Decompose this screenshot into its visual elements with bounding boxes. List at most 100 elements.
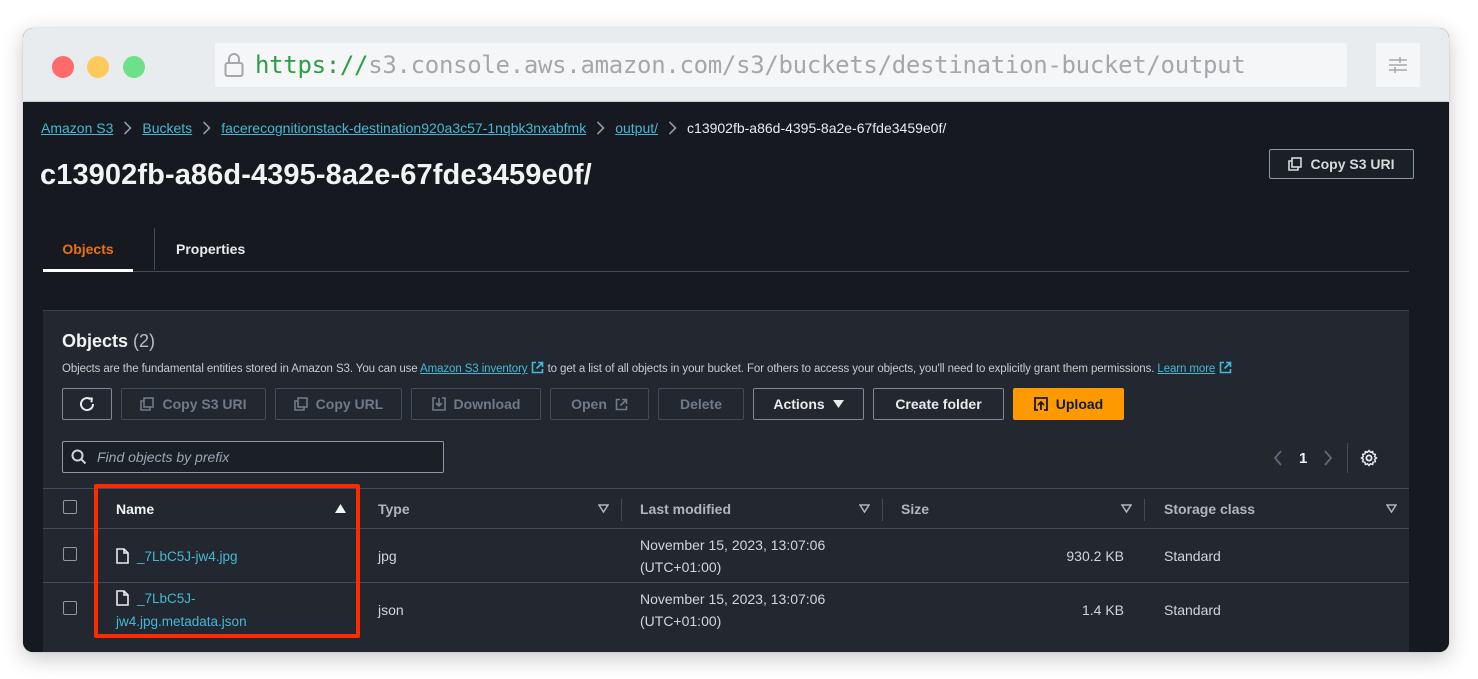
- download-icon: [431, 397, 446, 411]
- row-select-cell: [43, 583, 98, 637]
- object-storage-class: Standard: [1164, 601, 1221, 618]
- upload-label: Upload: [1055, 396, 1104, 412]
- external-link-icon: [615, 398, 628, 410]
- object-type: json: [378, 601, 404, 618]
- upload-icon: [1033, 397, 1048, 411]
- select-all-checkbox[interactable]: [63, 500, 77, 514]
- column-divider: [621, 499, 622, 521]
- last-modified-date: November 15, 2023, 13:07:06: [640, 536, 826, 553]
- download-button-label: Download: [453, 396, 521, 412]
- column-header-last-modified[interactable]: Last modified: [621, 488, 882, 529]
- chevron-right-icon: [202, 121, 211, 135]
- object-name-link-continued[interactable]: jw4.jpg.metadata.json: [116, 614, 247, 629]
- column-name-label: Name: [116, 500, 155, 517]
- objects-heading: Objects (2): [62, 331, 155, 352]
- copy-s3-uri-button[interactable]: Copy S3 URI: [121, 388, 266, 420]
- tab-objects[interactable]: Objects: [43, 228, 133, 272]
- s3-inventory-link[interactable]: Amazon S3 inventory: [420, 363, 528, 375]
- description-text-2: to get a list of all objects in your buc…: [544, 363, 1158, 375]
- breadcrumb-buckets[interactable]: Buckets: [142, 120, 192, 136]
- copy-s3-uri-header-button[interactable]: Copy S3 URI: [1269, 149, 1414, 179]
- next-page-button[interactable]: [1323, 450, 1333, 466]
- breadcrumb-bucket[interactable]: facerecognitionstack-destination920a3c57…: [221, 120, 586, 136]
- column-header-type[interactable]: Type: [358, 488, 621, 529]
- column-type-label: Type: [378, 500, 410, 517]
- object-size: 1.4 KB: [1081, 601, 1124, 618]
- table-row[interactable]: _7LbC5J- jw4.jpg.metadata.json json Nove…: [43, 583, 1409, 637]
- objects-panel: Objects (2) Objects are the fundamental …: [43, 310, 1409, 652]
- url-scheme: https://: [255, 51, 369, 79]
- maximize-window-button[interactable]: [123, 56, 145, 78]
- current-page[interactable]: 1: [1299, 450, 1307, 467]
- pager-divider: [1347, 443, 1349, 473]
- chevron-right-icon: [123, 121, 133, 135]
- copy-url-button[interactable]: Copy URL: [275, 388, 402, 420]
- breadcrumb-output[interactable]: output/: [615, 120, 658, 136]
- row-checkbox[interactable]: [63, 547, 77, 561]
- file-icon: [116, 547, 129, 564]
- objects-description: Objects are the fundamental entities sto…: [62, 361, 1232, 375]
- search-input[interactable]: [97, 449, 427, 465]
- settings-gear-icon[interactable]: [1360, 449, 1379, 467]
- browser-window: https://s3.console.aws.amazon.com/s3/buc…: [23, 28, 1449, 652]
- previous-page-button[interactable]: [1273, 450, 1283, 466]
- column-storage-class-label: Storage class: [1164, 500, 1256, 517]
- download-button[interactable]: Download: [411, 388, 541, 420]
- sort-icon: [859, 504, 870, 513]
- last-modified-date: November 15, 2023, 13:07:06: [640, 590, 826, 607]
- actions-label: Actions: [773, 396, 825, 412]
- tab-bar: Objects Properties: [43, 228, 1409, 272]
- row-select-cell: [43, 528, 98, 583]
- object-name-link[interactable]: _7LbC5J-: [137, 591, 196, 606]
- minimize-window-button[interactable]: [87, 56, 109, 78]
- open-button[interactable]: Open: [550, 388, 649, 420]
- refresh-icon: [80, 397, 95, 412]
- last-modified-timezone: (UTC+01:00): [640, 558, 722, 575]
- object-storage-class: Standard: [1144, 528, 1409, 583]
- create-folder-button[interactable]: Create folder: [873, 388, 1004, 420]
- pagination: 1: [1273, 442, 1379, 474]
- browser-settings-button[interactable]: [1376, 43, 1420, 87]
- delete-button[interactable]: Delete: [658, 388, 744, 420]
- upload-button[interactable]: Upload: [1013, 388, 1124, 420]
- last-modified-timezone: (UTC+01:00): [640, 612, 722, 629]
- column-header-name[interactable]: Name: [98, 488, 358, 529]
- column-header-size[interactable]: Size: [882, 488, 1144, 529]
- url-text: s3.console.aws.amazon.com/s3/buckets/des…: [368, 51, 1246, 79]
- copy-icon: [293, 397, 308, 411]
- sort-icon: [1121, 504, 1132, 513]
- object-name-link[interactable]: _7LbC5J-jw4.jpg: [137, 549, 238, 564]
- s3-console: Amazon S3 Buckets facerecognitionstack-d…: [23, 103, 1449, 652]
- refresh-button[interactable]: [62, 388, 112, 420]
- object-last-modified: November 15, 2023, 13:07:06 (UTC+01:00): [621, 583, 882, 637]
- objects-table: Name Type Last modified Size Storage cla…: [43, 488, 1409, 637]
- column-header-storage-class[interactable]: Storage class: [1144, 488, 1409, 529]
- learn-more-link[interactable]: Learn more: [1157, 363, 1215, 375]
- objects-title: Objects: [62, 331, 129, 351]
- objects-count: (2): [133, 331, 156, 351]
- tab-properties[interactable]: Properties: [154, 228, 245, 270]
- browser-titlebar: https://s3.console.aws.amazon.com/s3/buc…: [23, 28, 1449, 102]
- external-link-icon: [532, 361, 544, 374]
- select-all-cell: [43, 488, 98, 529]
- search-field[interactable]: [62, 441, 444, 473]
- chevron-right-icon: [668, 121, 677, 135]
- column-divider: [882, 499, 883, 521]
- close-window-button[interactable]: [52, 56, 74, 78]
- breadcrumb-current: c13902fb-a86d-4395-8a2e-67fde3459e0f/: [687, 120, 947, 136]
- sort-icon: [1386, 504, 1397, 513]
- chevron-right-icon: [596, 121, 605, 135]
- object-size: 930.2 KB: [882, 528, 1144, 583]
- column-divider: [1144, 499, 1145, 521]
- actions-dropdown[interactable]: Actions: [753, 388, 864, 420]
- objects-toolbar: Copy S3 URI Copy URL Download Open Delet…: [62, 388, 1124, 420]
- external-link-icon: [1219, 361, 1232, 374]
- table-header-row: Name Type Last modified Size Storage cla…: [43, 488, 1409, 529]
- table-row[interactable]: _7LbC5J-jw4.jpg jpg November 15, 2023, 1…: [43, 528, 1409, 583]
- row-checkbox[interactable]: [63, 601, 77, 616]
- page-title: c13902fb-a86d-4395-8a2e-67fde3459e0f/: [40, 159, 592, 191]
- breadcrumb-amazon-s3[interactable]: Amazon S3: [41, 120, 113, 136]
- address-bar[interactable]: https://s3.console.aws.amazon.com/s3/buc…: [215, 43, 1347, 87]
- lock-icon: [224, 53, 244, 77]
- file-icon: [116, 589, 129, 606]
